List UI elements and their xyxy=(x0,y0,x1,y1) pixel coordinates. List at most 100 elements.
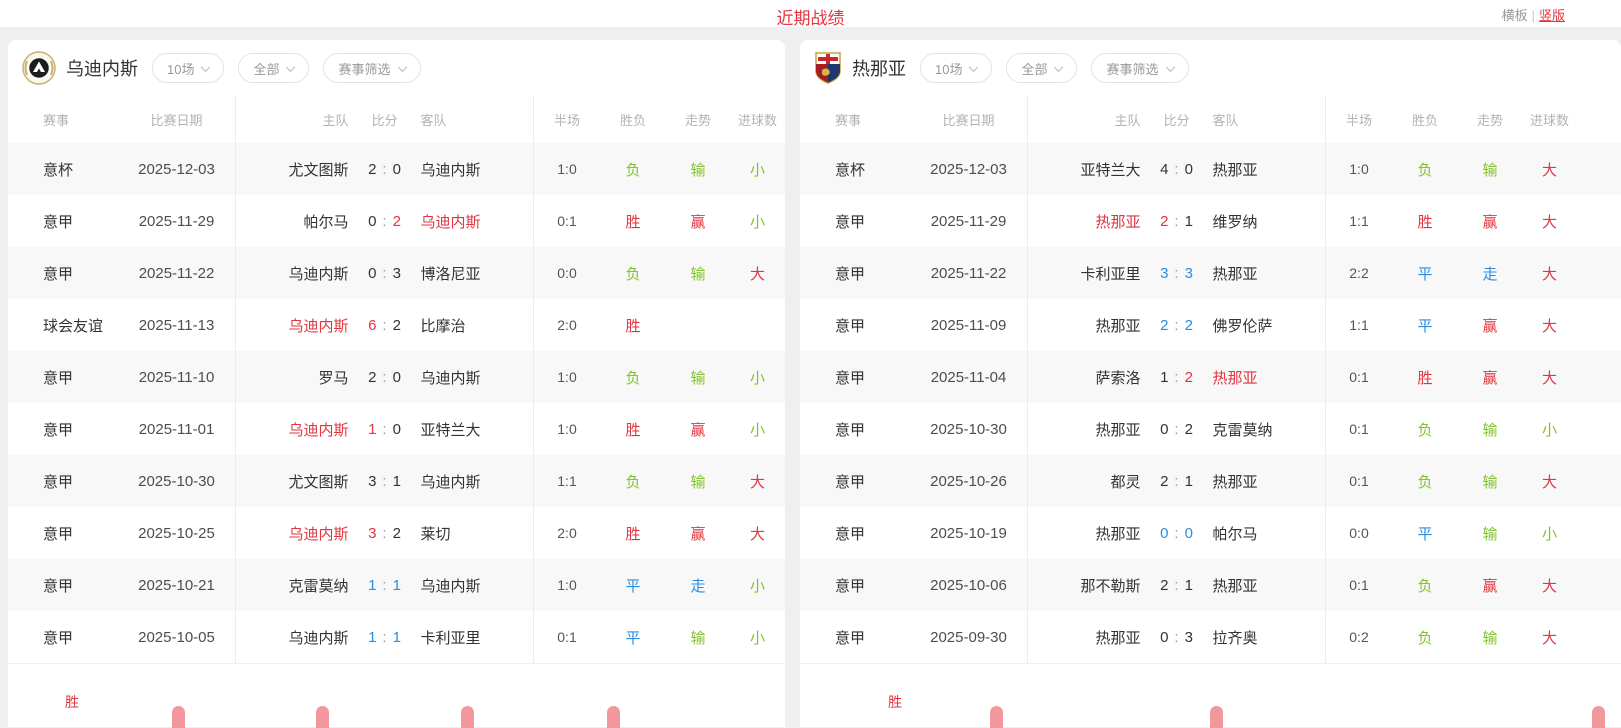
matches-count-dropdown[interactable]: 10场 xyxy=(920,53,992,83)
away-team-name: 乌迪内斯 xyxy=(421,575,534,596)
match-row[interactable]: 意甲2025-10-06那不勒斯2:1热那亚0:1负赢大 xyxy=(800,559,1621,611)
half-time-score: 0:1 xyxy=(1326,455,1392,507)
away-team-name: 热那亚 xyxy=(1213,263,1326,284)
full-time-score: 0:2 xyxy=(349,213,421,230)
goals-over-under-label: 小 xyxy=(730,143,785,195)
match-row[interactable]: 意甲2025-10-05乌迪内斯1:1卡利亚里0:1平输小 xyxy=(8,611,785,663)
match-teams: 罗马2:0乌迪内斯 xyxy=(236,351,534,403)
match-date: 2025-11-01 xyxy=(118,403,236,455)
home-team-name: 罗马 xyxy=(236,367,349,388)
column-header-halftime: 半场 xyxy=(1326,96,1392,143)
trend-chart-bar xyxy=(1592,706,1605,728)
match-date: 2025-10-26 xyxy=(910,455,1028,507)
competition-label: 意甲 xyxy=(8,403,118,455)
home-team-name: 热那亚 xyxy=(1028,315,1141,336)
away-team-name: 乌迪内斯 xyxy=(421,367,534,388)
match-date: 2025-10-21 xyxy=(118,559,236,611)
competition-filter-dropdown[interactable]: 赛事筛选 xyxy=(1091,53,1188,83)
scope-dropdown[interactable]: 全部 xyxy=(1006,53,1077,83)
full-time-score: 1:1 xyxy=(349,577,421,594)
goals-over-under-label: 大 xyxy=(1522,143,1577,195)
win-loss-label: 胜 xyxy=(600,403,666,455)
handicap-trend-label: 输 xyxy=(666,143,730,195)
competition-label: 意甲 xyxy=(8,351,118,403)
match-row[interactable]: 意甲2025-09-30热那亚0:3拉齐奥0:2负输大 xyxy=(800,611,1621,663)
match-row[interactable]: 意甲2025-10-19热那亚0:0帕尔马0:0平输小 xyxy=(800,507,1621,559)
handicap-trend-label: 输 xyxy=(1458,611,1522,663)
away-team-name: 克雷莫纳 xyxy=(1213,419,1326,440)
match-row[interactable]: 意甲2025-11-29热那亚2:1维罗纳1:1胜赢大 xyxy=(800,195,1621,247)
column-header-date: 比赛日期 xyxy=(118,96,236,143)
page-title: 近期战绩 xyxy=(777,4,845,29)
layout-toggle: 横板|竖版 xyxy=(1502,5,1565,24)
goals-over-under-label: 小 xyxy=(730,195,785,247)
match-row[interactable]: 意甲2025-10-30热那亚0:2克雷莫纳0:1负输小 xyxy=(800,403,1621,455)
match-row[interactable]: 意甲2025-10-25乌迪内斯3:2莱切2:0胜赢大 xyxy=(8,507,785,559)
match-teams: 热那亚2:1维罗纳 xyxy=(1028,195,1326,247)
scope-dropdown[interactable]: 全部 xyxy=(238,53,309,83)
half-time-score: 0:1 xyxy=(1326,559,1392,611)
win-loss-label: 平 xyxy=(1392,299,1458,351)
match-date: 2025-10-30 xyxy=(118,455,236,507)
handicap-trend-label: 输 xyxy=(1458,403,1522,455)
full-time-score: 2:0 xyxy=(349,161,421,178)
match-teams: 热那亚0:0帕尔马 xyxy=(1028,507,1326,559)
match-date: 2025-11-29 xyxy=(910,195,1028,247)
home-team-name: 乌迪内斯 xyxy=(236,263,349,284)
match-teams: 乌迪内斯3:2莱切 xyxy=(236,507,534,559)
layout-toggle-horizontal[interactable]: 横板 xyxy=(1502,8,1528,23)
match-date: 2025-11-22 xyxy=(118,247,236,299)
handicap-trend-label xyxy=(666,299,730,351)
full-time-score: 2:1 xyxy=(1141,473,1213,490)
full-time-score: 3:3 xyxy=(1141,265,1213,282)
half-time-score: 0:1 xyxy=(534,195,600,247)
column-header-halftime: 半场 xyxy=(534,96,600,143)
match-date: 2025-11-10 xyxy=(118,351,236,403)
match-date: 2025-10-06 xyxy=(910,559,1028,611)
half-time-score: 2:0 xyxy=(534,299,600,351)
half-time-score: 0:0 xyxy=(1326,507,1392,559)
away-team-name: 莱切 xyxy=(421,523,534,544)
handicap-trend-label: 赢 xyxy=(1458,559,1522,611)
win-loss-label: 平 xyxy=(1392,507,1458,559)
match-date: 2025-11-13 xyxy=(118,299,236,351)
match-row[interactable]: 意甲2025-11-22卡利亚里3:3热那亚2:2平走大 xyxy=(800,247,1621,299)
half-time-score: 1:0 xyxy=(534,143,600,195)
full-time-score: 0:2 xyxy=(1141,421,1213,438)
column-header-teams: 主队 比分 客队 xyxy=(236,96,534,143)
match-row[interactable]: 意甲2025-11-10罗马2:0乌迪内斯1:0负输小 xyxy=(8,351,785,403)
competition-filter-dropdown[interactable]: 赛事筛选 xyxy=(323,53,420,83)
match-row[interactable]: 意甲2025-11-01乌迪内斯1:0亚特兰大1:0胜赢小 xyxy=(8,403,785,455)
competition-label: 意甲 xyxy=(800,247,910,299)
team-name: 热那亚 xyxy=(852,55,906,81)
match-row[interactable]: 意甲2025-10-21克雷莫纳1:1乌迪内斯1:0平走小 xyxy=(8,559,785,611)
handicap-trend-label: 赢 xyxy=(666,507,730,559)
away-team-name: 维罗纳 xyxy=(1213,211,1326,232)
match-row[interactable]: 意甲2025-10-30尤文图斯3:1乌迪内斯1:1负输大 xyxy=(8,455,785,507)
goals-over-under-label: 大 xyxy=(730,247,785,299)
win-loss-label: 胜 xyxy=(1392,195,1458,247)
match-row[interactable]: 球会友谊2025-11-13乌迪内斯6:2比摩治2:0胜 xyxy=(8,299,785,351)
goals-over-under-label: 小 xyxy=(730,403,785,455)
handicap-trend-label: 赢 xyxy=(666,403,730,455)
match-row[interactable]: 意甲2025-11-29帕尔马0:2乌迪内斯0:1胜赢小 xyxy=(8,195,785,247)
competition-label: 意杯 xyxy=(800,143,910,195)
column-header-home: 主队 xyxy=(236,110,349,129)
layout-toggle-vertical[interactable]: 竖版 xyxy=(1539,8,1565,23)
match-row[interactable]: 意甲2025-10-26都灵2:1热那亚0:1负输大 xyxy=(800,455,1621,507)
panel-header: 乌迪内斯 10场 全部 赛事筛选 xyxy=(8,40,785,96)
away-team-name: 帕尔马 xyxy=(1213,523,1326,544)
full-time-score: 2:1 xyxy=(1141,577,1213,594)
goals-over-under-label: 大 xyxy=(1522,611,1577,663)
match-row[interactable]: 意杯2025-12-03亚特兰大4:0热那亚1:0负输大 xyxy=(800,143,1621,195)
match-row[interactable]: 意杯2025-12-03尤文图斯2:0乌迪内斯1:0负输小 xyxy=(8,143,785,195)
column-header-away: 客队 xyxy=(421,110,534,129)
win-loss-label: 负 xyxy=(600,455,666,507)
competition-label: 意甲 xyxy=(800,507,910,559)
match-row[interactable]: 意甲2025-11-22乌迪内斯0:3博洛尼亚0:0负输大 xyxy=(8,247,785,299)
competition-label: 意甲 xyxy=(800,611,910,663)
match-row[interactable]: 意甲2025-11-04萨索洛1:2热那亚0:1胜赢大 xyxy=(800,351,1621,403)
match-date: 2025-11-29 xyxy=(118,195,236,247)
match-row[interactable]: 意甲2025-11-09热那亚2:2佛罗伦萨1:1平赢大 xyxy=(800,299,1621,351)
matches-count-dropdown[interactable]: 10场 xyxy=(152,53,224,83)
